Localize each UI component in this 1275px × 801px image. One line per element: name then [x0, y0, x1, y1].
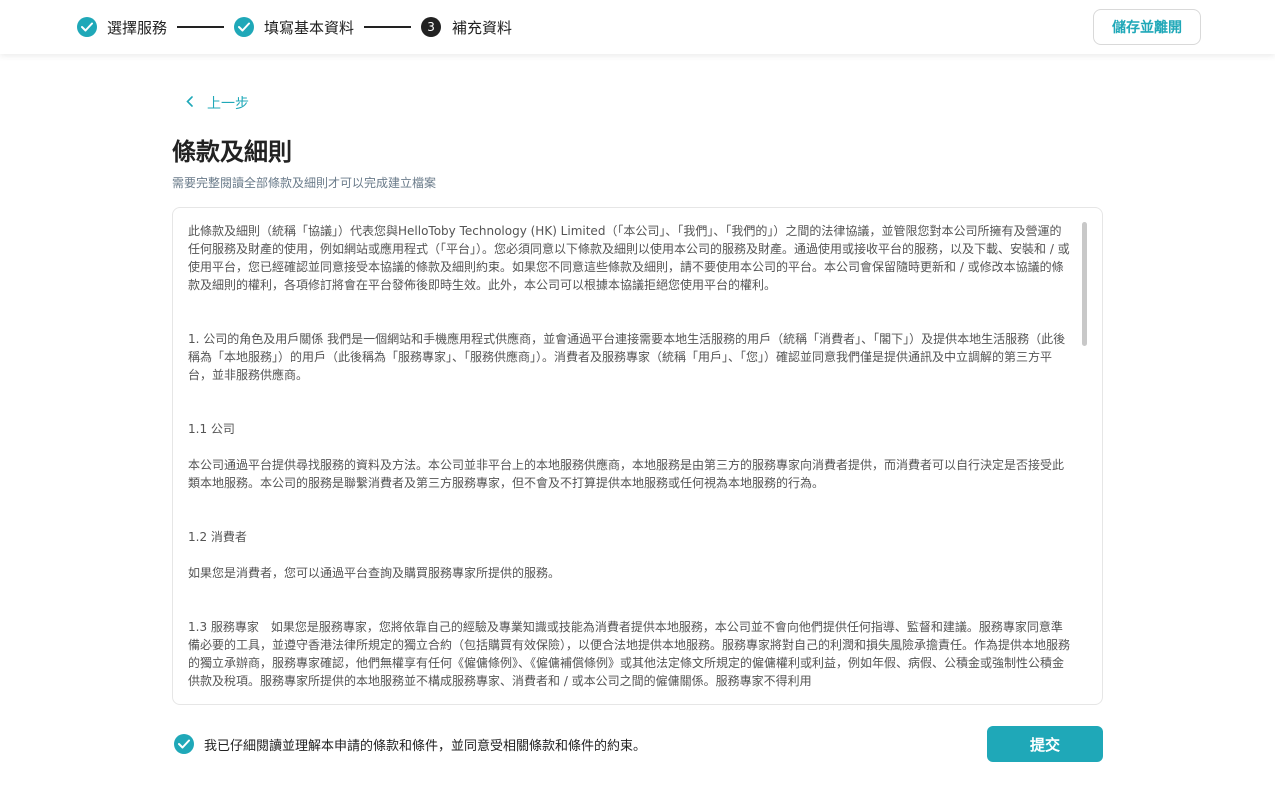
step-connector — [177, 26, 225, 28]
page-subtitle: 需要完整閱讀全部條款及細則才可以完成建立檔案 — [172, 176, 437, 190]
terms-paragraph: 如果您是消費者，您可以通過平台查詢及購買服務專家所提供的服務。 — [188, 566, 561, 580]
terms-paragraph: 此條款及細則（統稱「協議」）代表您與HelloToby Technology (… — [188, 224, 1070, 292]
check-circle-icon — [174, 734, 194, 754]
terms-paragraph: 本公司通過平台提供尋找服務的資料及方法。本公司並非平台上的本地服務供應商，本地服… — [188, 458, 1065, 490]
progress-steps: 選擇服務 填寫基本資料 3 補充資料 — [77, 16, 512, 38]
top-header: 選擇服務 填寫基本資料 3 補充資料 儲存並離開 — [0, 0, 1275, 54]
terms-scroll-box[interactable]: 此條款及細則（統稱「協議」）代表您與HelloToby Technology (… — [172, 207, 1103, 705]
back-link[interactable]: 上一步 — [186, 93, 249, 113]
check-circle-icon — [77, 17, 97, 37]
step-label: 選擇服務 — [107, 18, 168, 37]
save-and-exit-button[interactable]: 儲存並離開 — [1093, 9, 1201, 45]
step-label: 補充資料 — [452, 18, 513, 37]
terms-content: 此條款及細則（統稱「協議」）代表您與HelloToby Technology (… — [188, 222, 1073, 697]
step-select-service: 選擇服務 — [77, 17, 167, 38]
terms-heading: 1.1 公司 — [188, 422, 235, 436]
agree-checkbox[interactable]: 我已仔細閱讀並理解本申請的條款和條件，並同意受相關條款和條件的約束。 — [174, 734, 646, 754]
back-label: 上一步 — [207, 96, 249, 112]
terms-paragraph: 1.3 服務專家 如果您是服務專家，您將依靠自己的經驗及專業知識或技能為消費者提… — [188, 620, 1071, 688]
terms-scrollbar[interactable] — [1082, 222, 1087, 346]
step-label: 填寫基本資料 — [264, 18, 355, 37]
terms-heading: 1.2 消費者 — [188, 530, 247, 544]
check-circle-icon — [234, 17, 255, 37]
submit-button[interactable]: 提交 — [987, 726, 1103, 762]
terms-paragraph: 1. 公司的角色及用戶關係 我們是一個網站和手機應用程式供應商，並會通過平台連接… — [188, 332, 1066, 382]
step-additional-info: 3 補充資料 — [421, 17, 512, 38]
step-number-badge: 3 — [421, 17, 442, 37]
chevron-left-icon — [186, 95, 193, 111]
page-title: 條款及細則 — [172, 138, 292, 166]
step-connector — [364, 26, 412, 28]
step-basic-info: 填寫基本資料 — [234, 17, 354, 38]
agree-label: 我已仔細閱讀並理解本申請的條款和條件，並同意受相關條款和條件的約束。 — [204, 738, 647, 754]
